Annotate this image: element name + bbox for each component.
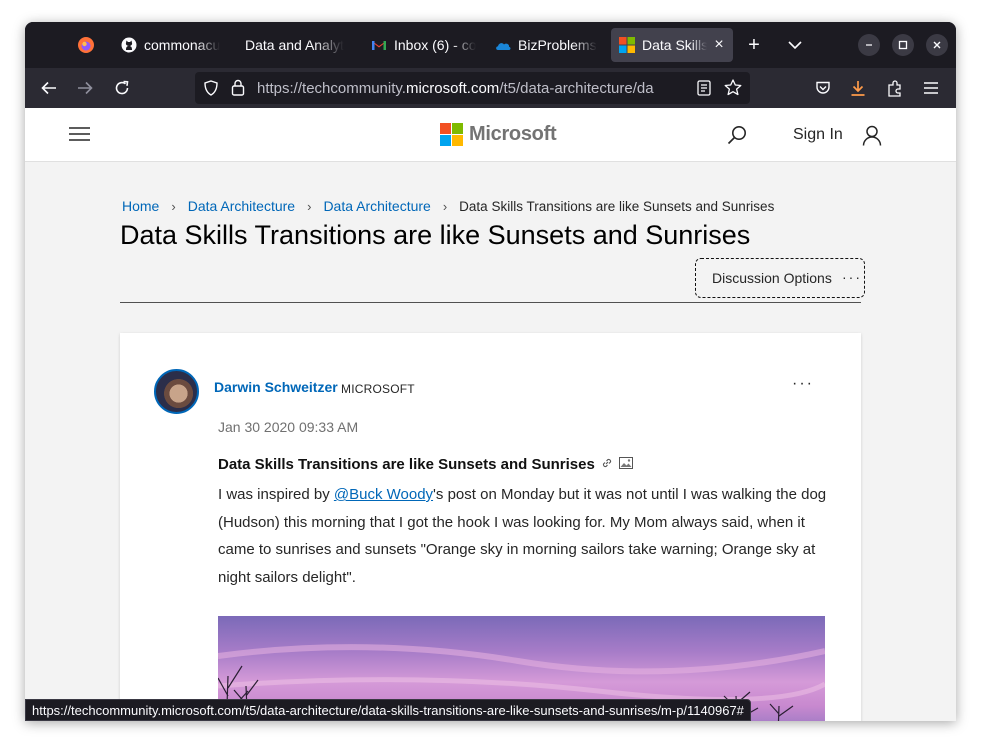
breadcrumb-data-architecture-board[interactable]: Data Architecture	[323, 198, 430, 214]
minimize-icon[interactable]	[858, 34, 880, 56]
link-icon	[601, 457, 613, 472]
post-date: Jan 30 2020 09:33 AM	[218, 419, 359, 435]
tab-inbox[interactable]: Inbox (6) - co	[371, 28, 477, 62]
download-icon[interactable]	[843, 73, 873, 103]
gmail-icon	[371, 37, 387, 53]
breadcrumb-home[interactable]: Home	[122, 198, 159, 214]
search-icon[interactable]	[727, 125, 747, 150]
close-tab-icon[interactable]: ×	[711, 36, 727, 54]
shield-icon[interactable]	[203, 80, 219, 101]
back-icon[interactable]	[34, 73, 64, 103]
user-account-icon[interactable]	[862, 125, 882, 151]
tab-data-and-analytics[interactable]: Data and Analyt	[245, 28, 353, 62]
tab-title: Data and Analyt	[245, 37, 344, 53]
chevron-right-icon: ›	[442, 198, 448, 214]
hamburger-menu-icon[interactable]	[69, 127, 90, 146]
new-tab-button[interactable]: +	[739, 30, 769, 60]
discussion-options-label: Discussion Options	[712, 270, 832, 286]
browser-window: commonacu Data and Analyt Inbox (6) - co…	[25, 22, 956, 721]
url-text: https://techcommunity.microsoft.com/t5/d…	[257, 80, 654, 97]
reload-icon[interactable]	[107, 73, 137, 103]
discussion-options-button[interactable]: Discussion Options ···	[695, 258, 865, 298]
image-icon	[618, 457, 633, 472]
extensions-icon[interactable]	[880, 73, 910, 103]
breadcrumb-data-architecture[interactable]: Data Architecture	[188, 198, 295, 214]
title-divider	[120, 302, 861, 303]
sign-in-link[interactable]: Sign In	[793, 126, 843, 144]
close-window-icon[interactable]	[926, 34, 948, 56]
status-bar-link-preview: https://techcommunity.microsoft.com/t5/d…	[25, 699, 751, 721]
tab-title: Inbox (6) - co	[394, 37, 477, 53]
more-options-icon: ···	[842, 269, 862, 285]
bookmark-star-icon[interactable]	[724, 79, 742, 101]
microsoft-logo-grid	[440, 123, 463, 146]
microsoft-logo[interactable]: Microsoft	[440, 123, 557, 146]
url-bar[interactable]: https://techcommunity.microsoft.com/t5/d…	[195, 72, 750, 104]
avatar[interactable]	[154, 369, 199, 414]
page-title: Data Skills Transitions are like Sunsets…	[120, 220, 751, 250]
tab-title: commonacu	[144, 37, 221, 53]
forward-icon[interactable]	[70, 73, 100, 103]
microsoft-icon	[619, 37, 635, 53]
author-link[interactable]: Darwin Schweitzer	[214, 379, 338, 395]
lock-icon[interactable]	[231, 79, 245, 101]
tab-strip: commonacu Data and Analyt Inbox (6) - co…	[25, 22, 956, 68]
post-options-icon[interactable]: ···	[792, 375, 814, 393]
post-body: I was inspired by @Buck Woody's post on …	[218, 486, 827, 586]
tab-data-skills[interactable]: Data Skills ×	[611, 28, 733, 62]
breadcrumb: Home › Data Architecture › Data Architec…	[122, 198, 774, 214]
app-menu-icon[interactable]	[916, 73, 946, 103]
tab-title: BizProblems	[518, 37, 597, 53]
tab-title: Data Skills	[642, 37, 708, 53]
site-header: Microsoft Sign In	[25, 108, 956, 162]
chevron-right-icon: ›	[171, 198, 176, 214]
maximize-icon[interactable]	[892, 34, 914, 56]
post-card: Darwin Schweitzer MICROSOFT ··· Jan 30 2…	[120, 333, 861, 721]
onedrive-icon	[495, 37, 511, 53]
mention-link[interactable]: @Buck Woody	[334, 486, 433, 503]
reader-view-icon[interactable]	[697, 80, 711, 101]
github-icon	[121, 37, 137, 53]
tab-bizproblems[interactable]: BizProblems	[495, 28, 605, 62]
post-subject: Data Skills Transitions are like Sunsets…	[218, 456, 633, 473]
tab-github[interactable]: commonacu	[121, 28, 233, 62]
navigation-toolbar: https://techcommunity.microsoft.com/t5/d…	[25, 68, 956, 108]
list-all-tabs-icon[interactable]	[780, 30, 810, 60]
author-rank: MICROSOFT	[341, 382, 415, 396]
breadcrumb-current: Data Skills Transitions are like Sunsets…	[459, 198, 775, 214]
brand-wordmark: Microsoft	[469, 123, 557, 145]
chevron-right-icon: ›	[307, 198, 312, 214]
firefox-view-icon[interactable]	[71, 30, 101, 60]
web-page: Microsoft Sign In Home › Data Architectu…	[25, 108, 956, 721]
pocket-icon[interactable]	[808, 73, 838, 103]
post-subject-text: Data Skills Transitions are like Sunsets…	[218, 456, 595, 473]
